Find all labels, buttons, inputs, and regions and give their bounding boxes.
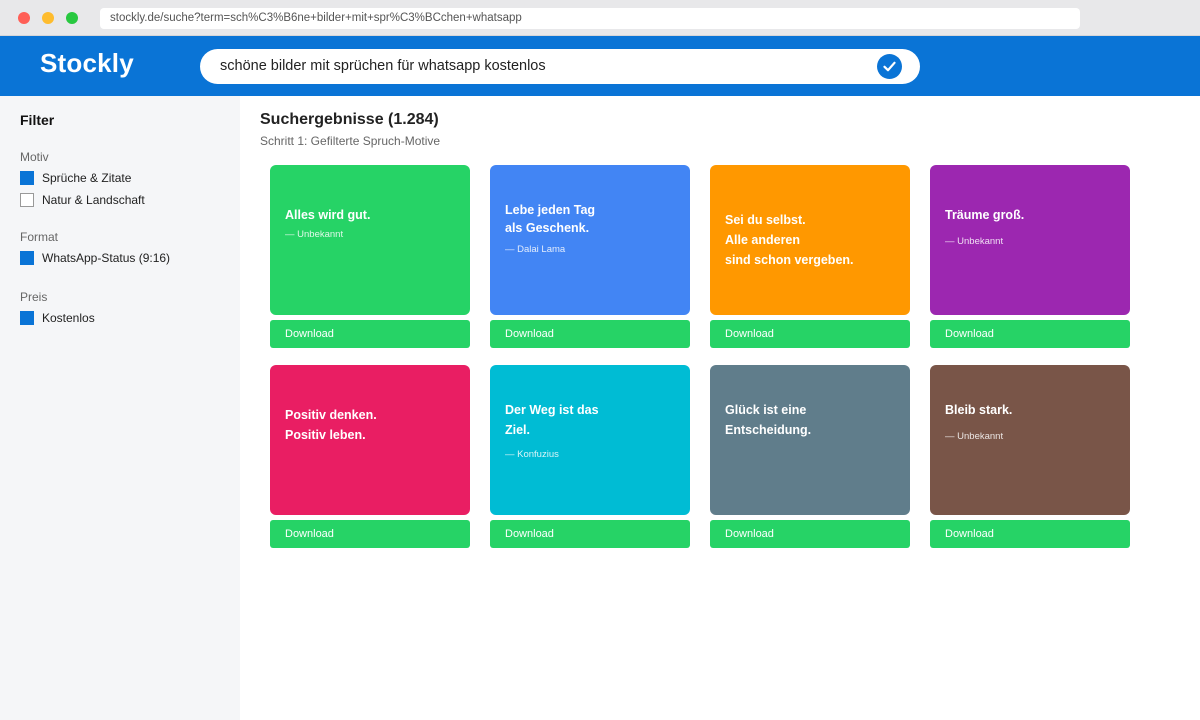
site-logo[interactable]: Stockly <box>40 48 134 79</box>
site-header: Stockly schöne bilder mit sprüchen für w… <box>0 36 1200 96</box>
checkbox[interactable] <box>20 171 34 185</box>
card-author: — Unbekannt <box>285 229 344 240</box>
filter-option-natur-landschaft[interactable]: Natur & Landschaft <box>20 192 145 208</box>
checkbox[interactable] <box>20 193 34 207</box>
result-card-7[interactable]: Glück ist eine Entscheidung. <box>710 365 910 515</box>
filter-option-label: Kostenlos <box>42 311 95 325</box>
filter-option-sprueche-zitate[interactable]: Sprüche & Zitate <box>20 170 131 186</box>
search-input[interactable]: schöne bilder mit sprüchen für whatsapp … <box>220 49 546 84</box>
maximize-window-button[interactable] <box>66 12 78 24</box>
card-quote: Positiv denken. Positiv leben. <box>285 408 377 442</box>
filter-option-kostenlos[interactable]: Kostenlos <box>20 310 95 326</box>
minimize-window-button[interactable] <box>42 12 54 24</box>
filter-group-motiv: Motiv <box>20 150 49 164</box>
browser-toolbar: stockly.de/suche?term=sch%C3%B6ne+bilder… <box>0 0 1200 36</box>
address-bar[interactable]: stockly.de/suche?term=sch%C3%B6ne+bilder… <box>100 8 1080 29</box>
filter-sidebar: Filter Motiv Sprüche & Zitate Natur & La… <box>0 96 240 720</box>
result-card-5[interactable]: Positiv denken. Positiv leben. <box>270 365 470 515</box>
checkbox[interactable] <box>20 311 34 325</box>
result-card-2[interactable]: Lebe jeden Tag als Geschenk. — Dalai Lam… <box>490 165 690 315</box>
card-quote: Glück ist eine Entscheidung. <box>725 403 812 437</box>
checkbox[interactable] <box>20 251 34 265</box>
result-card-1[interactable]: Alles wird gut. — Unbekannt <box>270 165 470 315</box>
close-window-button[interactable] <box>18 12 30 24</box>
download-button[interactable]: Download <box>270 320 470 348</box>
card-author: — Unbekannt <box>945 431 1004 442</box>
filter-option-label: WhatsApp-Status (9:16) <box>42 251 171 265</box>
results-area: Suchergebnisse (1.284) Schritt 1: Gefilt… <box>240 96 1200 720</box>
result-card-4[interactable]: Träume groß. — Unbekannt <box>930 165 1130 315</box>
card-quote: Sei du selbst. Alle anderen sind schon v… <box>725 213 854 267</box>
check-circle-icon[interactable] <box>877 54 902 79</box>
filter-heading: Filter <box>20 112 55 128</box>
result-card-8[interactable]: Bleib stark. — Unbekannt <box>930 365 1130 515</box>
download-button[interactable]: Download <box>270 520 470 548</box>
card-quote: Bleib stark. <box>945 403 1013 417</box>
download-button[interactable]: Download <box>490 520 690 548</box>
card-quote: Der Weg ist das Ziel. <box>505 403 599 437</box>
card-author: — Dalai Lama <box>505 244 566 255</box>
download-button[interactable]: Download <box>710 320 910 348</box>
filter-option-label: Sprüche & Zitate <box>42 171 132 185</box>
result-card-6[interactable]: Der Weg ist das Ziel. — Konfuzius <box>490 365 690 515</box>
download-button[interactable]: Download <box>930 520 1130 548</box>
card-quote: Lebe jeden Tag als Geschenk. <box>505 203 596 235</box>
card-quote: Träume groß. <box>945 208 1025 222</box>
download-button[interactable]: Download <box>930 320 1130 348</box>
download-button[interactable]: Download <box>710 520 910 548</box>
result-card-3[interactable]: Sei du selbst. Alle anderen sind schon v… <box>710 165 910 315</box>
filter-group-preis: Preis <box>20 290 48 304</box>
results-subtitle: Schritt 1: Gefilterte Spruch-Motive <box>260 134 441 148</box>
filter-option-whatsapp-status[interactable]: WhatsApp-Status (9:16) <box>20 250 170 266</box>
filter-option-label: Natur & Landschaft <box>42 193 145 207</box>
search-box: schöne bilder mit sprüchen für whatsapp … <box>200 49 920 84</box>
card-quote: Alles wird gut. <box>285 208 371 222</box>
card-author: — Unbekannt <box>945 236 1004 247</box>
filter-group-format: Format <box>20 230 59 244</box>
results-title: Suchergebnisse (1.284) <box>260 111 439 128</box>
card-author: — Konfuzius <box>505 449 559 460</box>
download-button[interactable]: Download <box>490 320 690 348</box>
